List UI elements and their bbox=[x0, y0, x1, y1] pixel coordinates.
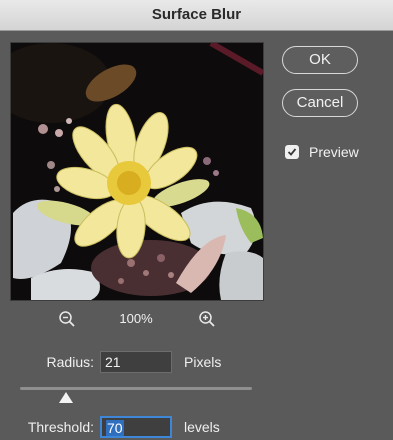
preview-label: Preview bbox=[309, 144, 359, 160]
threshold-label: Threshold: bbox=[27, 419, 94, 435]
surface-blur-dialog: Surface Blur OK Cancel Preview 100% Radi… bbox=[0, 0, 393, 440]
zoom-controls: 100% bbox=[10, 308, 262, 330]
radius-input[interactable]: 21 bbox=[100, 351, 172, 373]
dialog-title: Surface Blur bbox=[0, 0, 393, 31]
preview-image[interactable] bbox=[10, 42, 264, 301]
threshold-value: 70 bbox=[106, 420, 124, 436]
radius-unit: Pixels bbox=[184, 354, 222, 370]
preview-checkbox-row[interactable]: Preview bbox=[285, 143, 359, 161]
zoom-out-icon[interactable] bbox=[58, 310, 76, 328]
zoom-in-icon[interactable] bbox=[198, 310, 216, 328]
cancel-button[interactable]: Cancel bbox=[282, 89, 358, 117]
ok-button[interactable]: OK bbox=[282, 46, 358, 74]
checkmark-icon bbox=[287, 148, 297, 156]
water-lily-image bbox=[11, 43, 263, 300]
preview-checkbox[interactable] bbox=[285, 145, 299, 159]
threshold-input[interactable]: 70 bbox=[100, 416, 172, 438]
radius-slider-thumb[interactable] bbox=[59, 392, 74, 403]
threshold-unit: levels bbox=[184, 419, 220, 435]
radius-label: Radius: bbox=[46, 354, 94, 370]
radius-slider-track[interactable] bbox=[20, 387, 252, 390]
zoom-level: 100% bbox=[119, 311, 153, 326]
